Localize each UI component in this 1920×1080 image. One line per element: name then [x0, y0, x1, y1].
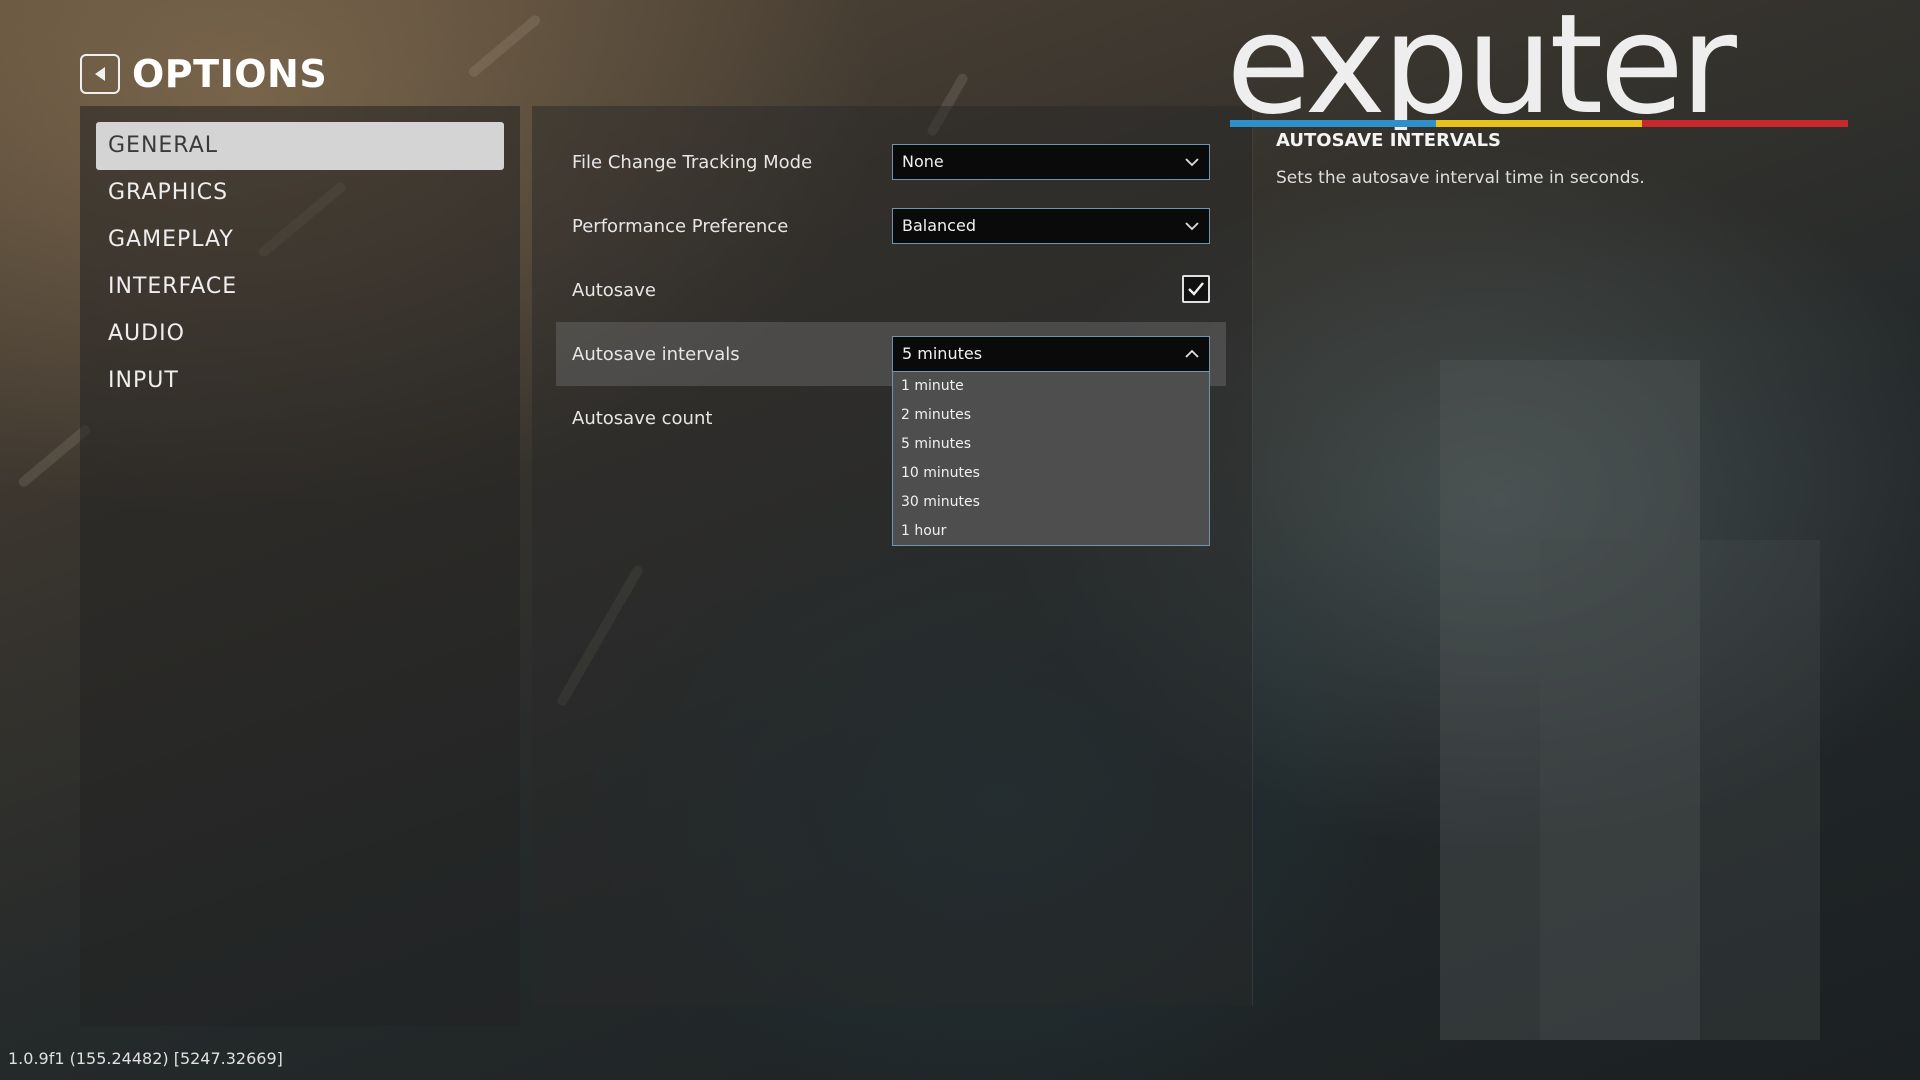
autosave-count-label: Autosave count [572, 408, 713, 429]
file-change-tracking-value: None [902, 152, 944, 171]
dropdown-option[interactable]: 30 minutes [901, 490, 1201, 514]
autosave-intervals-dropdown: 1 minute 2 minutes 5 minutes 10 minutes … [892, 372, 1210, 546]
nav-item-gameplay[interactable]: GAMEPLAY [96, 216, 504, 264]
logo-bar-yellow [1436, 120, 1642, 127]
back-button[interactable] [80, 54, 120, 94]
dropdown-option[interactable]: 1 minute [901, 374, 1201, 398]
chevron-down-icon [1185, 222, 1199, 231]
page-title: OPTIONS [132, 52, 328, 96]
autosave-label: Autosave [572, 280, 656, 301]
file-change-tracking-label: File Change Tracking Mode [572, 152, 813, 173]
background-streak [466, 13, 543, 79]
logo-bar-blue [1230, 120, 1436, 127]
nav-item-graphics[interactable]: GRAPHICS [96, 169, 504, 217]
options-header: OPTIONS [80, 52, 327, 96]
background-tile [1540, 540, 1820, 1040]
info-title: AUTOSAVE INTERVALS [1276, 130, 1502, 151]
version-label: 1.0.9f1 (155.24482) [5247.32669] [8, 1049, 283, 1068]
autosave-intervals-select[interactable]: 5 minutes [892, 336, 1210, 372]
autosave-checkbox[interactable] [1182, 275, 1210, 303]
logo-bar-red [1642, 120, 1848, 127]
settings-panel: File Change Tracking Mode None Performan… [532, 106, 1253, 1006]
dropdown-option[interactable]: 1 hour [901, 519, 1201, 543]
autosave-intervals-label: Autosave intervals [572, 344, 740, 365]
dropdown-option[interactable]: 2 minutes [901, 403, 1201, 427]
exputer-logo: exputer [1226, 0, 1848, 130]
performance-preference-label: Performance Preference [572, 216, 789, 237]
nav-item-audio[interactable]: AUDIO [96, 310, 504, 358]
checkmark-icon [1188, 282, 1204, 296]
back-arrow-icon [95, 67, 105, 81]
dropdown-option[interactable]: 5 minutes [901, 432, 1201, 456]
autosave-intervals-value: 5 minutes [902, 344, 983, 363]
nav-item-input[interactable]: INPUT [96, 357, 504, 405]
performance-preference-select[interactable]: Balanced [892, 208, 1210, 244]
dropdown-option[interactable]: 10 minutes [901, 461, 1201, 485]
nav-item-general[interactable]: GENERAL [96, 122, 504, 170]
chevron-down-icon [1185, 158, 1199, 167]
performance-preference-value: Balanced [902, 216, 976, 235]
logo-text: exputer [1226, 0, 1737, 130]
info-description: Sets the autosave interval time in secon… [1276, 168, 1645, 188]
category-sidebar: GENERAL GRAPHICS GAMEPLAY INTERFACE AUDI… [80, 106, 520, 1026]
nav-item-interface[interactable]: INTERFACE [96, 263, 504, 311]
chevron-up-icon [1185, 349, 1199, 358]
file-change-tracking-select[interactable]: None [892, 144, 1210, 180]
